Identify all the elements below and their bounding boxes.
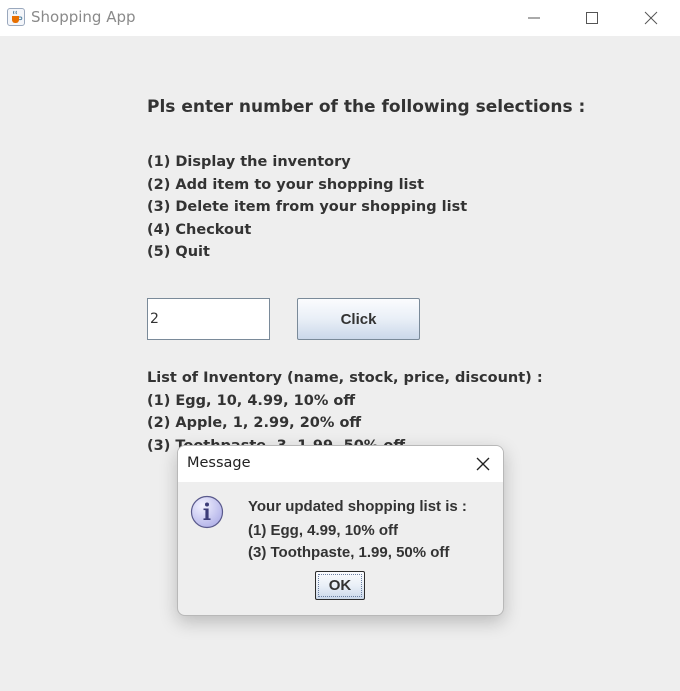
selection-number-input[interactable] xyxy=(147,298,270,340)
inventory-header: List of Inventory (name, stock, price, d… xyxy=(147,370,543,386)
click-button[interactable]: Click xyxy=(297,298,420,340)
minimize-button[interactable] xyxy=(505,0,563,36)
ok-button[interactable]: OK xyxy=(315,571,365,600)
message-dialog: Message Your updated shopping list is : … xyxy=(177,445,504,616)
selection-prompt-heading: Pls enter number of the following select… xyxy=(147,97,586,117)
maximize-button[interactable] xyxy=(563,0,621,36)
dialog-close-button[interactable] xyxy=(462,446,503,482)
dialog-list-item: (3) Toothpaste, 1.99, 50% off xyxy=(248,544,450,561)
info-icon xyxy=(190,495,224,529)
menu-option-quit: (5) Quit xyxy=(147,244,210,260)
dialog-message-heading: Your updated shopping list is : xyxy=(248,498,467,515)
menu-option-delete-item: (3) Delete item from your shopping list xyxy=(147,199,468,215)
menu-options-list: (1) Display the inventory (2) Add item t… xyxy=(147,151,467,264)
inventory-item-egg: (1) Egg, 10, 4.99, 10% off xyxy=(147,392,356,409)
maximize-icon xyxy=(586,12,598,24)
ok-button-label: OK xyxy=(328,577,352,594)
window-title-bar[interactable]: Shopping App xyxy=(0,0,680,36)
java-app-icon xyxy=(7,8,25,26)
inventory-item-apple: (2) Apple, 1, 2.99, 20% off xyxy=(147,415,362,431)
close-icon xyxy=(644,11,658,25)
dialog-list-item: (1) Egg, 4.99, 10% off xyxy=(248,522,399,539)
inventory-list: List of Inventory (name, stock, price, d… xyxy=(147,367,543,457)
menu-option-add-item: (2) Add item to your shopping list xyxy=(147,176,425,193)
minimize-icon xyxy=(528,17,540,19)
menu-option-display-inventory: (1) Display the inventory xyxy=(147,154,351,170)
dialog-title-bar[interactable]: Message xyxy=(178,446,503,482)
close-button[interactable] xyxy=(622,0,680,36)
menu-option-checkout: (4) Checkout xyxy=(147,221,252,238)
close-icon xyxy=(476,457,490,471)
dialog-title: Message xyxy=(187,455,251,471)
window-title: Shopping App xyxy=(31,8,136,26)
dialog-message: Your updated shopping list is : (1) Egg,… xyxy=(248,496,467,564)
